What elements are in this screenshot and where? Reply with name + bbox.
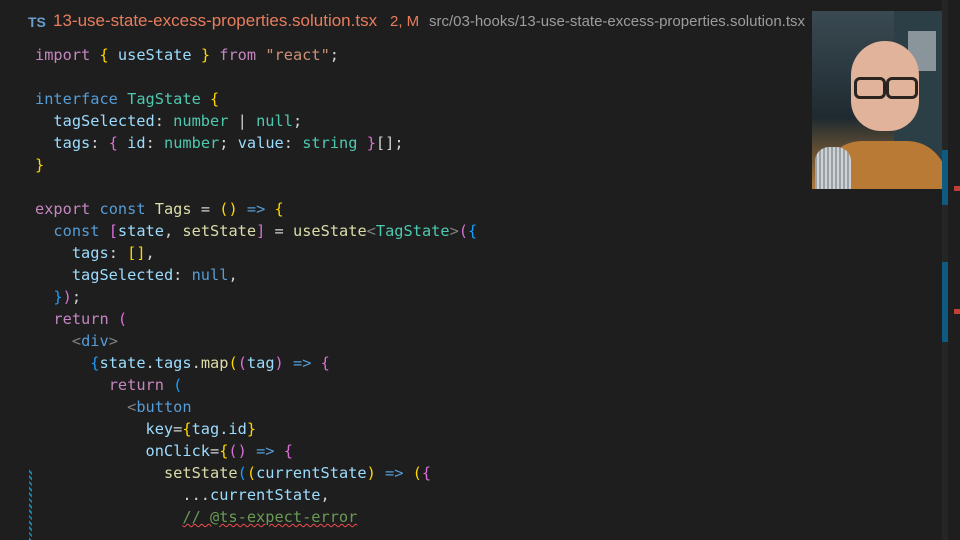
code-line: return ( [53, 310, 128, 328]
code-line: tagSelected: null, [71, 266, 238, 284]
code-line: <button [127, 398, 192, 416]
code-line: export const Tags = () => { [35, 200, 284, 218]
code-line: tags: { id: number; value: string }[]; [53, 134, 404, 152]
code-line: tagSelected: number | null; [53, 112, 303, 130]
tab-filename[interactable]: 13-use-state-excess-properties.solution.… [53, 11, 377, 31]
code-line: {state.tags.map((tag) => { [90, 354, 330, 372]
code-line: setState((currentState) => ({ [163, 464, 432, 482]
typescript-file-icon: TS [28, 14, 46, 30]
code-line: key={tag.id} [145, 420, 257, 438]
code-line: ...currentState, [182, 486, 330, 504]
git-modified-gutter-indicator[interactable] [29, 469, 32, 540]
code-line: const [state, setState] = useState<TagSt… [53, 222, 478, 240]
glasses-lens-left [854, 77, 886, 99]
code-line: } [35, 156, 45, 174]
code-line: <div> [71, 332, 118, 350]
presenter-glasses [852, 77, 918, 99]
code-line: onClick={() => { [145, 442, 293, 460]
code-line: tags: [], [71, 244, 155, 262]
code-line: interface TagState { [35, 90, 220, 108]
scrollbar-thumb[interactable] [942, 150, 948, 205]
code-line: }); [53, 288, 82, 306]
code-line: // @ts-expect-error [35, 506, 357, 528]
scrollbar-error-marker [954, 309, 960, 314]
scrollbar-change-marker [942, 262, 948, 342]
scrollbar-error-marker [954, 186, 960, 191]
tab-file-path: src/03-hooks/13-use-state-excess-propert… [429, 13, 805, 30]
ts-expect-error-comment: // @ts-expect-error [182, 508, 358, 526]
code-line: import { useState } from "react"; [35, 46, 340, 64]
tab-problems-modified-status: 2, M [390, 13, 420, 30]
microphone-icon [815, 147, 851, 189]
presenter-webcam-overlay [812, 11, 942, 189]
glasses-lens-right [886, 77, 918, 99]
code-line: return ( [108, 376, 183, 394]
